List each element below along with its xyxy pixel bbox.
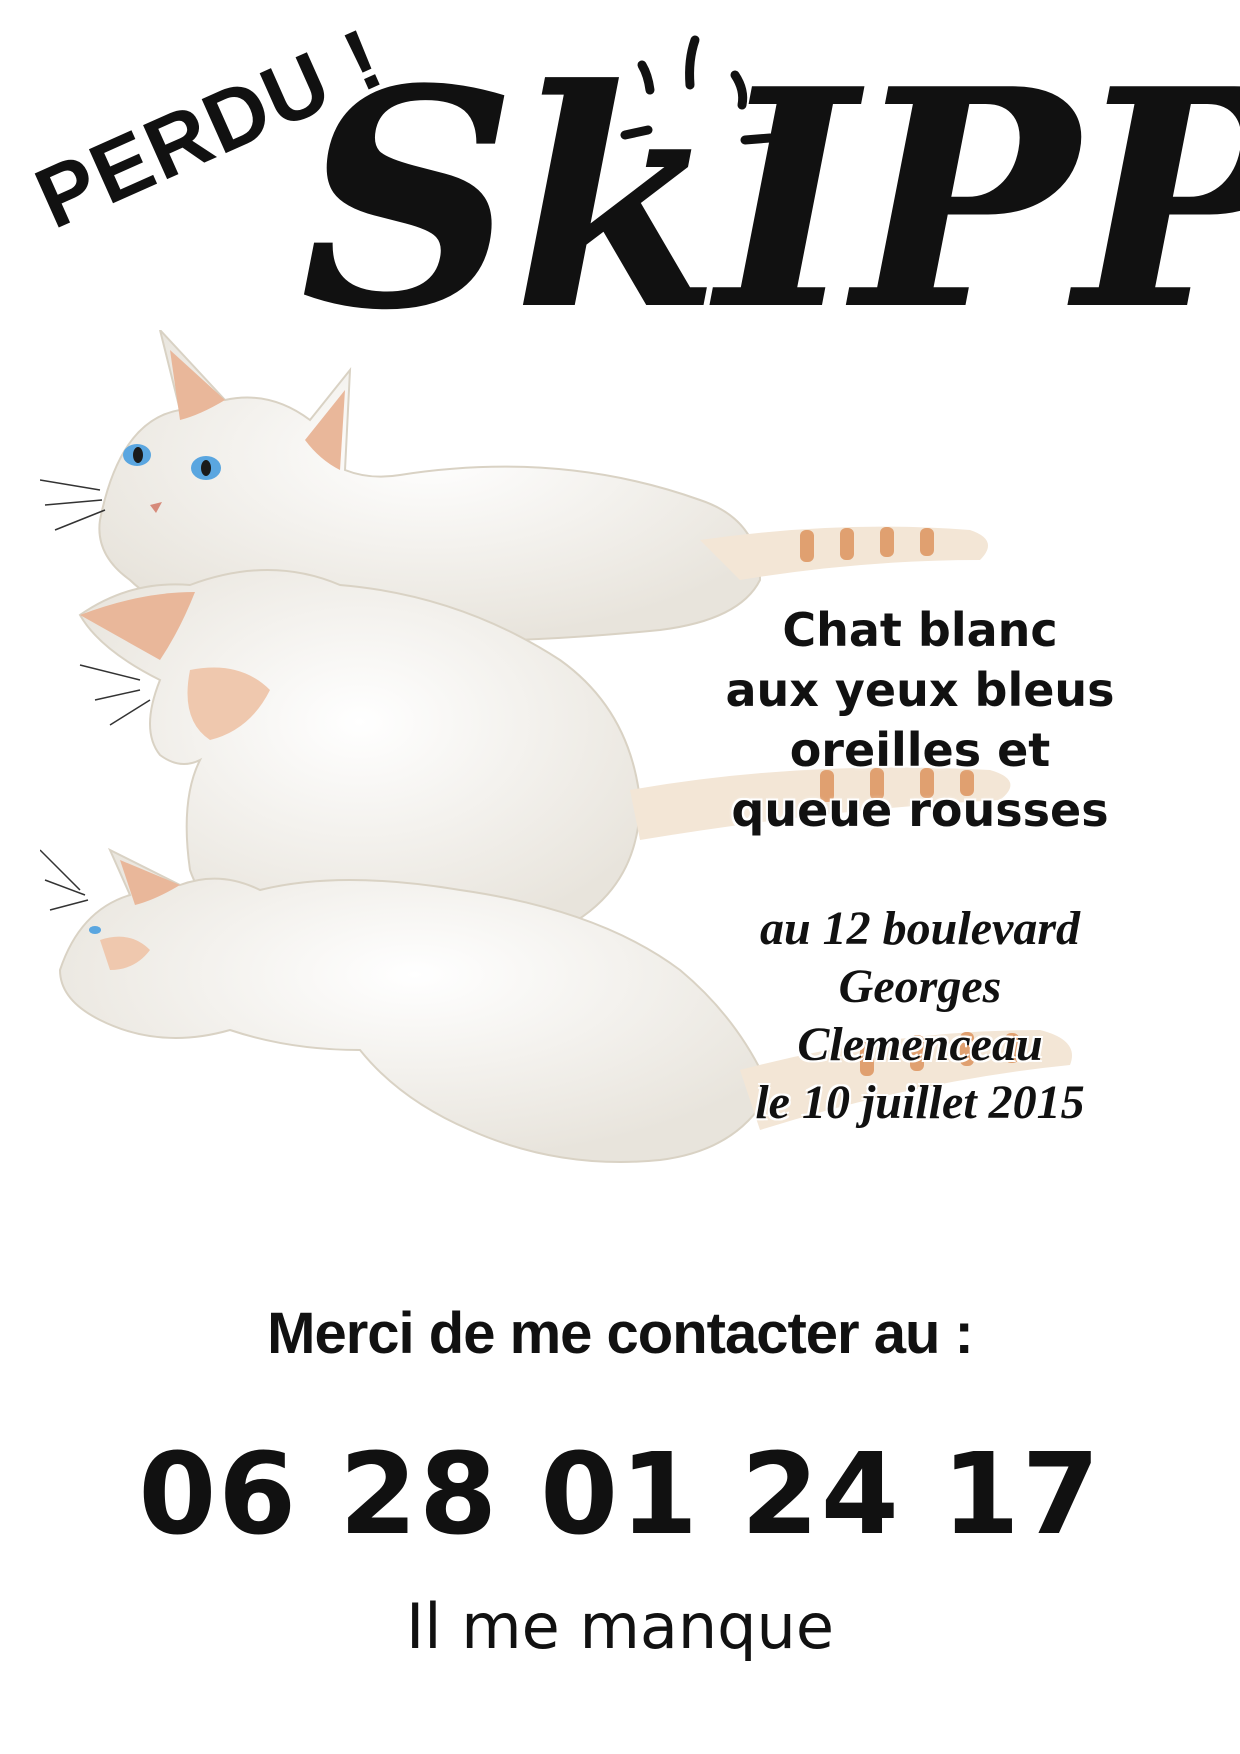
cat-name-title: SkIPPY (300, 23, 1240, 376)
cat-description: Chat blanc aux yeux bleus oreilles et qu… (640, 600, 1200, 840)
contact-label: Merci de me contacter au : (267, 1301, 974, 1366)
location-line: le 10 juillet 2015 (755, 1076, 1085, 1129)
lost-location-date: au 12 boulevard Georges Clemenceau le 10… (640, 900, 1200, 1132)
description-line: oreilles et (789, 723, 1051, 777)
phone-number: 06 28 01 24 17 (138, 1430, 1102, 1560)
description-line: queue rousses (731, 783, 1109, 837)
location-line: Georges (838, 960, 1002, 1013)
location-line: Clemenceau (797, 1018, 1043, 1071)
location-line: au 12 boulevard (759, 902, 1080, 955)
description-line: Chat blanc (782, 603, 1058, 657)
closing-message: Il me manque (406, 1590, 834, 1663)
lost-cat-poster: PERDU ! SkIPPY (0, 0, 1240, 1754)
description-line: aux yeux bleus (725, 663, 1115, 717)
